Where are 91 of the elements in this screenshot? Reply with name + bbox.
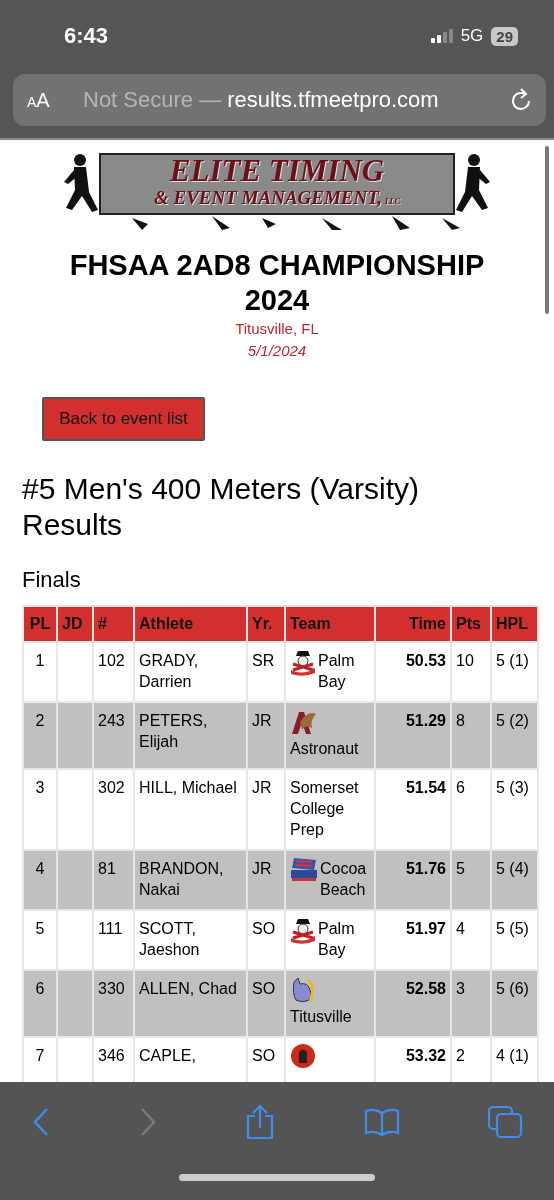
column-header: Pts bbox=[452, 607, 490, 641]
table-cell: 2 bbox=[24, 703, 56, 768]
table-cell: SO bbox=[248, 971, 284, 1036]
table-cell: 5 (1) bbox=[492, 643, 537, 701]
column-header: HPL bbox=[492, 607, 537, 641]
column-header: JD bbox=[58, 607, 92, 641]
table-cell: 1 bbox=[24, 643, 56, 701]
table-cell: 51.29 bbox=[376, 703, 450, 768]
table-cell: 5 bbox=[24, 911, 56, 969]
team-logo-icon bbox=[290, 916, 316, 944]
table-cell: 3 bbox=[24, 770, 56, 849]
book-icon[interactable] bbox=[363, 1108, 400, 1136]
table-cell: ALLEN, Chad bbox=[135, 971, 246, 1036]
team-name: Cocoa Beach bbox=[320, 859, 368, 900]
table-cell: 6 bbox=[24, 971, 56, 1036]
table-cell: 5 (2) bbox=[492, 703, 537, 768]
table-cell: 5 (4) bbox=[492, 851, 537, 909]
table-cell: JR bbox=[248, 703, 284, 768]
table-cell: 5 (6) bbox=[492, 971, 537, 1036]
column-header: Team bbox=[286, 607, 374, 641]
security-label: Not Secure — bbox=[83, 87, 222, 113]
team-logo-icon bbox=[290, 856, 318, 882]
battery-indicator: 29 bbox=[491, 26, 518, 46]
table-cell: 81 bbox=[94, 851, 133, 909]
reload-icon[interactable] bbox=[510, 88, 532, 112]
table-cell: GRADY, Darrien bbox=[135, 643, 246, 701]
text-size-button[interactable]: AA bbox=[27, 88, 83, 112]
team-logo-icon bbox=[290, 648, 316, 676]
logo-subtitle: & EVENT MANAGEMENT, bbox=[154, 187, 382, 209]
column-header: # bbox=[94, 607, 133, 641]
meet-title: FHSAA 2AD8 CHAMPIONSHIP 2024 bbox=[68, 248, 486, 318]
clock: 6:43 bbox=[64, 23, 109, 49]
table-cell: HILL, Michael bbox=[135, 770, 246, 849]
logo-suffix: LLC bbox=[384, 197, 400, 206]
table-cell: 51.76 bbox=[376, 851, 450, 909]
table-cell: 102 bbox=[94, 643, 133, 701]
table-cell: 4 (1) bbox=[492, 1038, 537, 1082]
column-header: Athlete bbox=[135, 607, 246, 641]
team-logo-icon bbox=[290, 976, 316, 1004]
table-cell: 243 bbox=[94, 703, 133, 768]
signal-icon bbox=[430, 29, 453, 43]
table-cell: 50.53 bbox=[376, 643, 450, 701]
meet-location: Titusville, FL bbox=[234, 320, 320, 337]
table-cell: 8 bbox=[452, 703, 490, 768]
table-cell: 5 (3) bbox=[492, 770, 537, 849]
table-cell: 2 bbox=[452, 1038, 490, 1082]
team-name: Somerset College Prep bbox=[290, 778, 360, 840]
address-bar[interactable]: AA Not Secure — results.tfmeetpro.com bbox=[13, 74, 546, 126]
meet-date: 5/1/2024 bbox=[246, 342, 308, 359]
table-cell: 10 bbox=[452, 643, 490, 701]
table-cell: 5 bbox=[452, 851, 490, 909]
url-text: results.tfmeetpro.com bbox=[227, 87, 439, 113]
table-cell: 7 bbox=[24, 1038, 56, 1082]
back-button[interactable]: Back to event list bbox=[42, 397, 205, 441]
table-cell: 53.32 bbox=[376, 1038, 450, 1082]
team-name: Palm Bay bbox=[318, 651, 356, 692]
team-name: Titusville bbox=[290, 1007, 352, 1027]
event-title: #5 Men's 400 Meters (Varsity) Results bbox=[22, 471, 420, 543]
table-cell: 346 bbox=[94, 1038, 133, 1082]
back-icon[interactable] bbox=[32, 1107, 50, 1137]
table-cell: 52.58 bbox=[376, 971, 450, 1036]
section-heading: Finals bbox=[22, 567, 82, 593]
table-cell: 302 bbox=[94, 770, 133, 849]
table-cell: 111 bbox=[94, 911, 133, 969]
table-cell: 51.54 bbox=[376, 770, 450, 849]
column-header: PL bbox=[24, 607, 56, 641]
table-cell: 6 bbox=[452, 770, 490, 849]
table-cell: 5 (5) bbox=[492, 911, 537, 969]
table-cell: BRANDON, Nakai bbox=[135, 851, 246, 909]
table-cell: 330 bbox=[94, 971, 133, 1036]
table-cell: 51.97 bbox=[376, 911, 450, 969]
table-cell: SCOTT, Jaeshon bbox=[135, 911, 246, 969]
table-cell: SO bbox=[248, 911, 284, 969]
table-cell: JR bbox=[248, 851, 284, 909]
table-cell: 4 bbox=[452, 911, 490, 969]
column-header: Yr. bbox=[248, 607, 284, 641]
table-cell: JR bbox=[248, 770, 284, 849]
column-header: Time bbox=[376, 607, 450, 641]
table-cell: 3 bbox=[452, 971, 490, 1036]
table-cell: PETERS, Elijah bbox=[135, 703, 246, 768]
network-label: 5G bbox=[460, 26, 484, 46]
team-logo-icon bbox=[290, 1043, 316, 1069]
team-name: Astronaut bbox=[290, 739, 359, 759]
share-icon[interactable] bbox=[245, 1104, 275, 1140]
team-name: Palm Bay bbox=[318, 919, 356, 960]
tabs-icon[interactable] bbox=[488, 1106, 522, 1138]
table-cell: SO bbox=[248, 1038, 284, 1082]
table-cell: CAPLE, bbox=[135, 1038, 246, 1082]
table-cell: 4 bbox=[24, 851, 56, 909]
table-cell: SR bbox=[248, 643, 284, 701]
logo-title: ELITE TIMING bbox=[169, 155, 385, 187]
